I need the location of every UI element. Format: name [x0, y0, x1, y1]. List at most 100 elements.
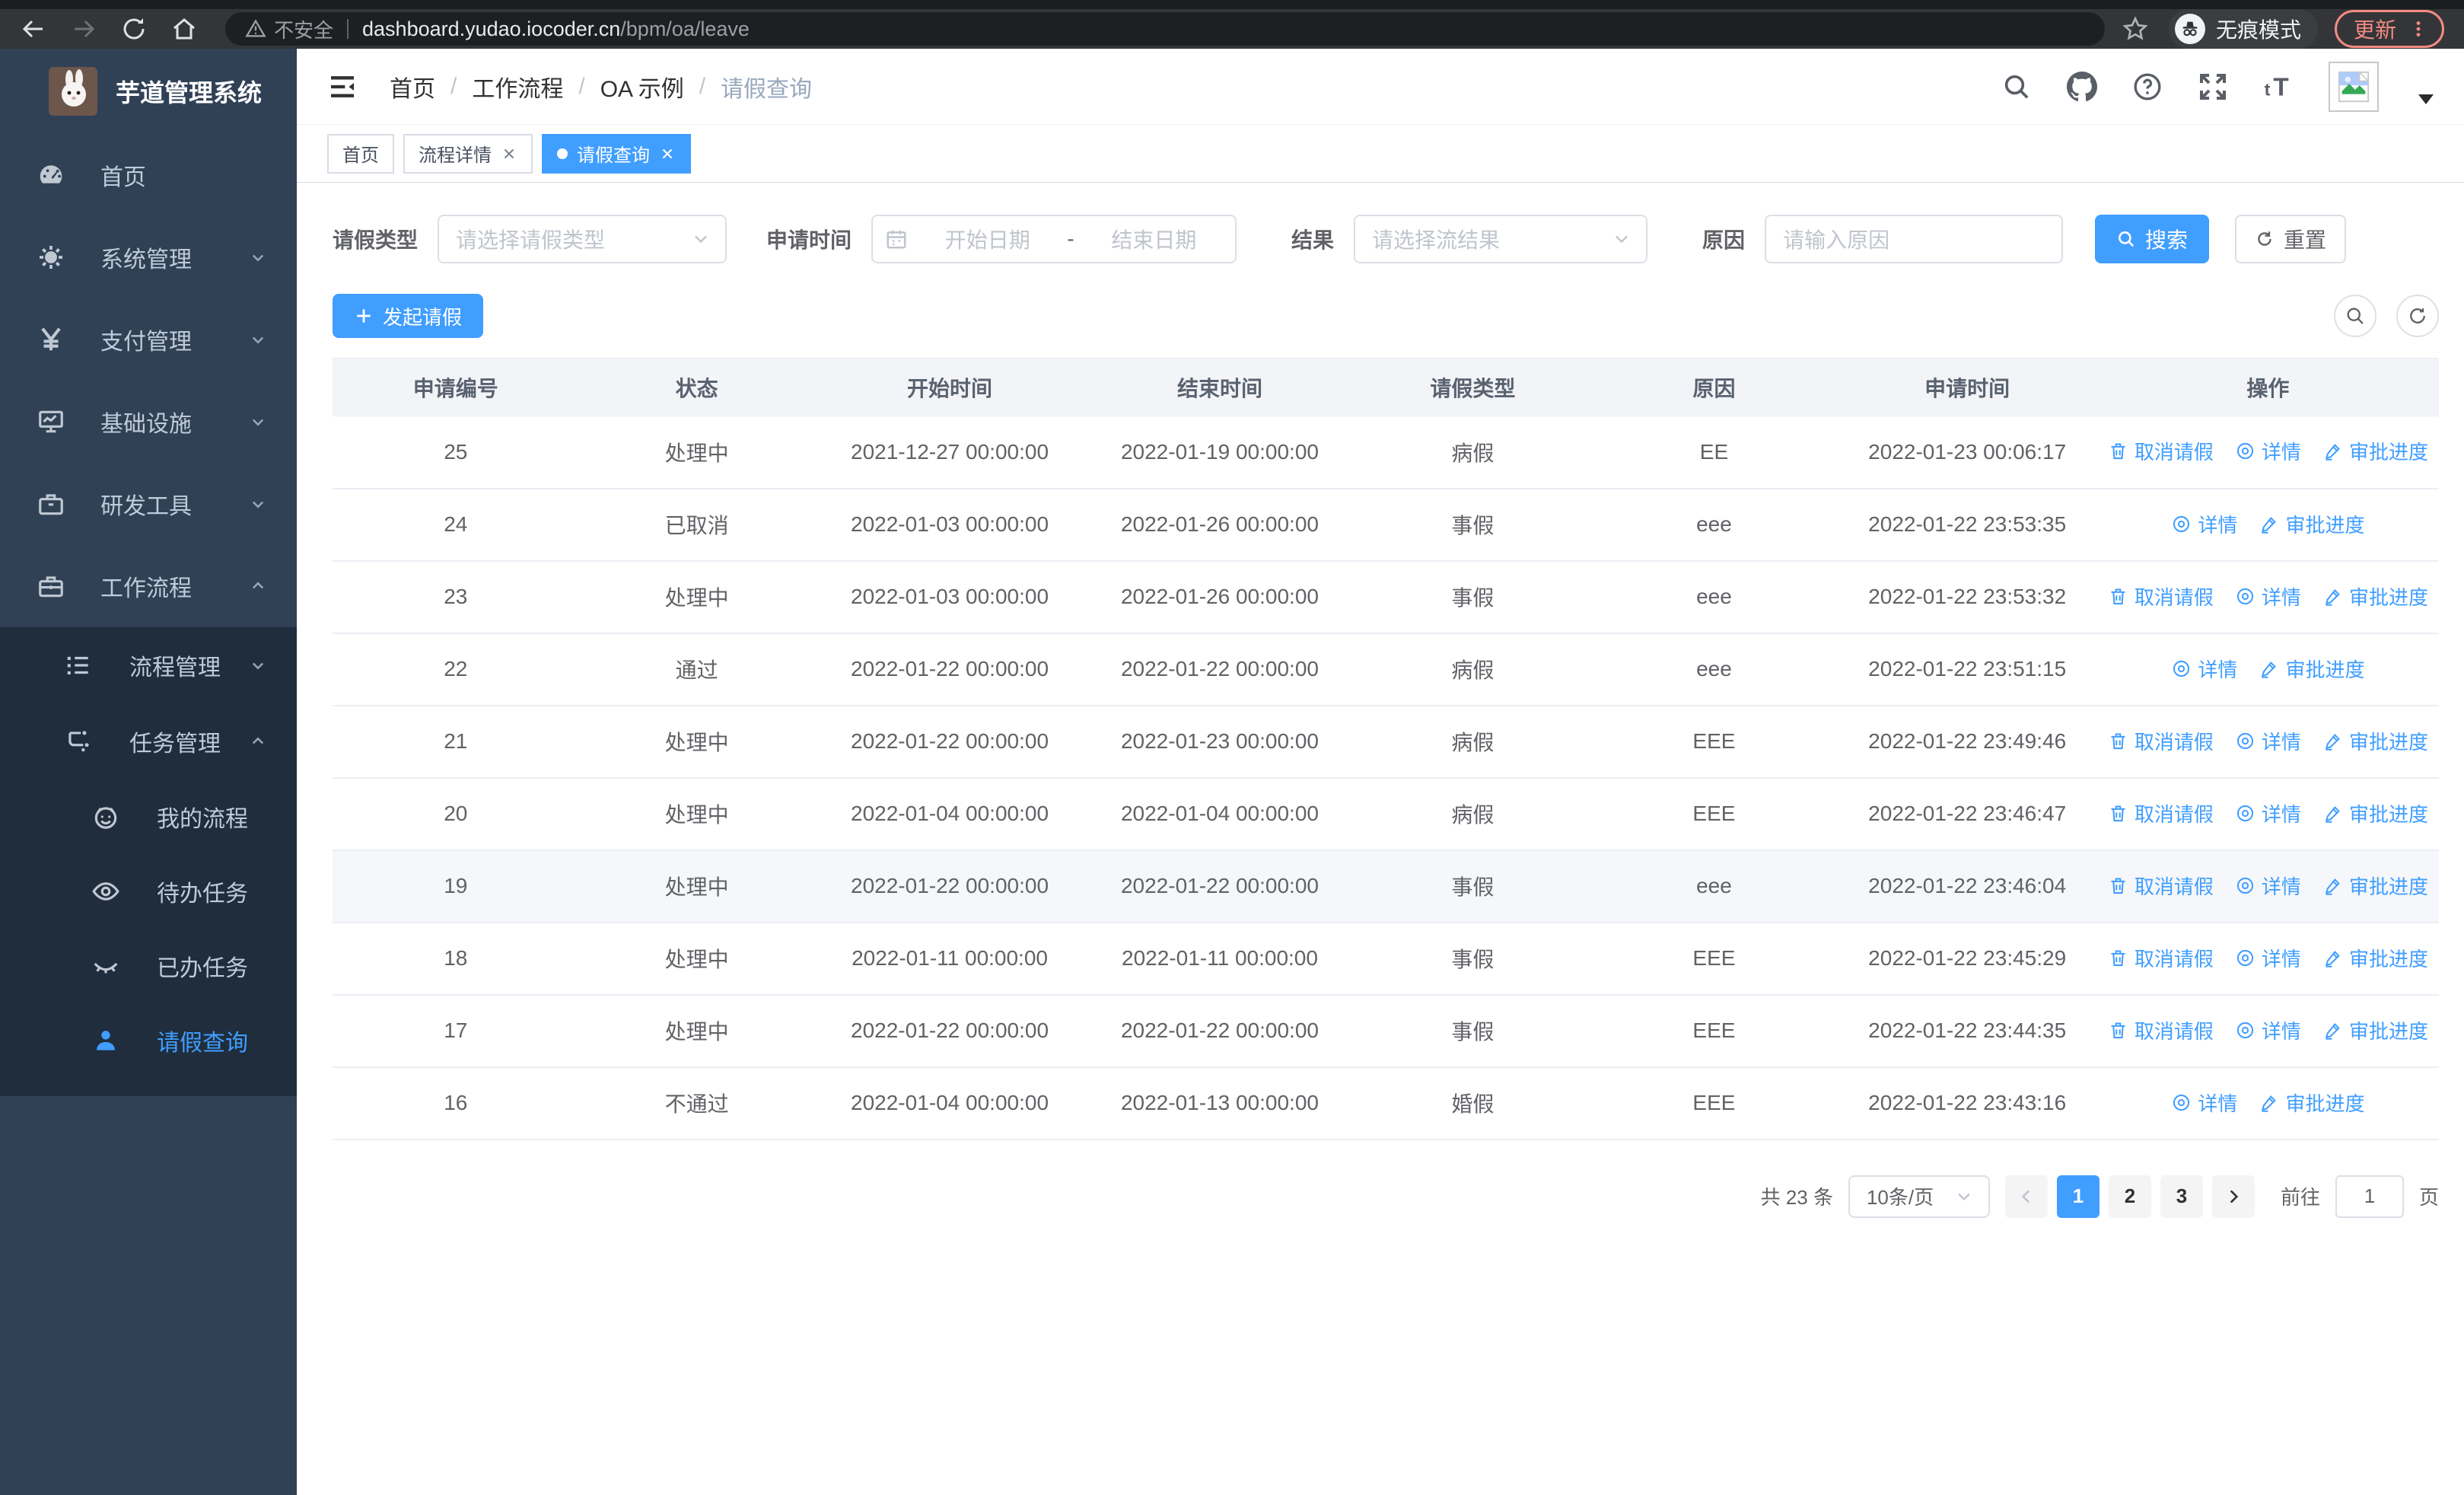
avatar[interactable]	[2329, 61, 2379, 112]
progress-action-label: 审批进度	[2348, 1019, 2428, 1043]
detail-action[interactable]: 详情	[2171, 510, 2237, 538]
detail-action[interactable]: 详情	[2235, 437, 2301, 465]
progress-action-label: 审批进度	[2348, 730, 2428, 754]
sidebar-item-devtools[interactable]: 研发工具	[0, 463, 297, 545]
sidebar-item-task-mgmt[interactable]: 任务管理	[0, 703, 297, 779]
result-select[interactable]: 请选择流结果	[1354, 215, 1648, 263]
cancel-leave-action[interactable]: 取消请假	[2108, 582, 2214, 610]
search-button-label: 搜索	[2145, 228, 2189, 252]
sidebar-item-done-tasks[interactable]: 已办任务	[0, 929, 297, 1003]
cell-id: 23	[333, 560, 579, 634]
reload-icon[interactable]	[120, 15, 148, 43]
sidebar-item-my-process[interactable]: 我的流程	[0, 779, 297, 854]
breadcrumb-item[interactable]: 工作流程	[472, 70, 563, 104]
active-tab-dot	[557, 148, 568, 159]
page-button-2[interactable]: 2	[2108, 1175, 2151, 1218]
sidebar-item-label: 任务管理	[129, 732, 221, 757]
tab-leave-query[interactable]: 请假查询	[542, 133, 691, 174]
font-size-icon[interactable]: tT	[2263, 72, 2294, 102]
detail-action[interactable]: 详情	[2235, 872, 2301, 900]
progress-action[interactable]: 审批进度	[2259, 655, 2364, 683]
refresh-table-button[interactable]	[2396, 295, 2439, 337]
progress-action[interactable]: 审批进度	[2322, 582, 2428, 610]
sidebar-item-workflow[interactable]: 工作流程	[0, 545, 297, 627]
tabbar: 首页 流程详情 请假查询	[297, 125, 2464, 183]
close-icon[interactable]	[501, 145, 517, 162]
face-icon	[94, 807, 117, 829]
update-button[interactable]: 更新	[2334, 10, 2444, 48]
user-menu-caret-icon[interactable]	[2418, 94, 2434, 104]
detail-action[interactable]: 详情	[2171, 1089, 2237, 1117]
fullscreen-icon[interactable]	[2198, 72, 2228, 102]
detail-action[interactable]: 详情	[2235, 1016, 2301, 1044]
svg-text:T: T	[2273, 73, 2288, 101]
cell-reason: eee	[1590, 560, 1838, 634]
progress-action[interactable]: 审批进度	[2322, 437, 2428, 465]
next-page-button[interactable]	[2211, 1175, 2255, 1218]
table-row: 16 不通过 2022-01-04 00:00:00 2022-01-13 00:00…	[333, 1066, 2439, 1140]
create-leave-button[interactable]: 发起请假	[333, 294, 484, 338]
cell-id: 19	[333, 850, 579, 923]
view-icon	[2236, 588, 2253, 604]
breadcrumb-item[interactable]: OA 示例	[600, 70, 684, 104]
sidebar-item-payment[interactable]: 支付管理	[0, 298, 297, 381]
progress-action-label: 审批进度	[2348, 585, 2428, 609]
detail-action[interactable]: 详情	[2171, 655, 2237, 683]
sidebar-item-leave-query[interactable]: 请假查询	[0, 1003, 297, 1078]
progress-action[interactable]: 审批进度	[2322, 1016, 2428, 1044]
browser-menu-icon[interactable]	[2408, 19, 2428, 39]
tab-process-detail[interactable]: 流程详情	[403, 133, 533, 174]
tab-home[interactable]: 首页	[327, 133, 394, 174]
sidebar-item-system[interactable]: 系统管理	[0, 216, 297, 298]
cell-status: 处理中	[578, 705, 815, 779]
bookmark-star-icon[interactable]	[2122, 15, 2149, 43]
cancel-leave-action[interactable]: 取消请假	[2108, 799, 2214, 827]
page-button-3[interactable]: 3	[2160, 1175, 2203, 1218]
sidebar-item-process-mgmt[interactable]: 流程管理	[0, 627, 297, 703]
page-button-1[interactable]: 1	[2056, 1175, 2099, 1218]
progress-action[interactable]: 审批进度	[2259, 1089, 2364, 1117]
cancel-leave-action[interactable]: 取消请假	[2108, 727, 2214, 755]
close-icon[interactable]	[659, 145, 676, 162]
sidebar-item-todo-tasks[interactable]: 待办任务	[0, 854, 297, 929]
search-icon[interactable]	[2001, 72, 2032, 102]
github-icon[interactable]	[2067, 71, 2097, 102]
page-size-select[interactable]: 10条/页	[1848, 1175, 1990, 1218]
detail-action[interactable]: 详情	[2235, 944, 2301, 972]
forward-icon[interactable]	[70, 15, 97, 43]
help-icon[interactable]	[2132, 72, 2163, 102]
detail-action[interactable]: 详情	[2235, 582, 2301, 610]
view-icon	[2173, 515, 2190, 532]
detail-action[interactable]: 详情	[2235, 727, 2301, 755]
prev-page-button[interactable]	[2004, 1175, 2048, 1218]
progress-action[interactable]: 审批进度	[2322, 727, 2428, 755]
back-icon[interactable]	[20, 15, 47, 43]
progress-action[interactable]: 审批进度	[2322, 944, 2428, 972]
reason-input[interactable]: 请输入原因	[1765, 215, 2064, 263]
sidebar-item-infra[interactable]: 基础设施	[0, 381, 297, 463]
toggle-search-button[interactable]	[2334, 295, 2376, 337]
sidebar-collapse-icon[interactable]	[327, 72, 358, 102]
cell-actions: 详情 审批进度	[2096, 488, 2439, 562]
search-button[interactable]: 搜索	[2095, 215, 2210, 263]
apply-time-range-picker[interactable]: 开始日期 - 结束日期	[871, 215, 1237, 263]
cancel-leave-action[interactable]: 取消请假	[2108, 944, 2214, 972]
progress-action[interactable]: 审批进度	[2322, 872, 2428, 900]
cancel-leave-action[interactable]: 取消请假	[2108, 1016, 2214, 1044]
leave-type-select[interactable]: 请选择请假类型	[438, 215, 727, 263]
sidebar-item-home[interactable]: 首页	[0, 134, 297, 216]
monitor-icon	[39, 410, 63, 433]
url-bar[interactable]: 不安全 dashboard.yudao.iocoder.cn/bpm/oa/le…	[225, 12, 2105, 46]
incognito-badge: 无痕模式	[2168, 9, 2318, 49]
progress-action[interactable]: 审批进度	[2259, 510, 2364, 538]
reset-button[interactable]: 重置	[2235, 215, 2347, 263]
goto-page-input[interactable]	[2335, 1175, 2404, 1218]
cell-status: 处理中	[578, 994, 815, 1068]
cancel-leave-action[interactable]: 取消请假	[2108, 437, 2214, 465]
detail-action[interactable]: 详情	[2235, 799, 2301, 827]
leave-table: 申请编号 状态 开始时间 结束时间 请假类型 原因 申请时间 操作 25 处理中 2…	[333, 358, 2439, 1140]
breadcrumb-item[interactable]: 首页	[390, 70, 435, 104]
progress-action[interactable]: 审批进度	[2322, 799, 2428, 827]
cancel-leave-action[interactable]: 取消请假	[2108, 872, 2214, 900]
home-icon[interactable]	[170, 15, 198, 43]
